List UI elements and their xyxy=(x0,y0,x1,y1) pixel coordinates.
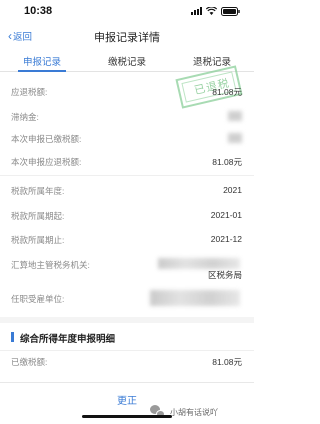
nav-bar: ‹ 返回 申报记录详情 xyxy=(0,24,254,48)
row-value: 2021-12 xyxy=(210,234,242,244)
row-tax-year: 税款所属年度: 2021 xyxy=(0,184,254,198)
tab-payment-records[interactable]: 缴税记录 xyxy=(85,54,169,68)
battery-icon xyxy=(221,6,240,16)
row-label: 滞纳金: xyxy=(11,112,39,122)
tab-declaration-records[interactable]: 申报记录 xyxy=(0,54,84,68)
row-label: 任职受雇单位: xyxy=(11,294,65,304)
row-refundable-this-declaration: 本次申报应退税额: 81.08元 xyxy=(0,155,254,169)
wifi-icon xyxy=(206,7,217,15)
row-value: 81.08元 xyxy=(212,87,242,97)
redacted-value xyxy=(228,133,242,143)
row-value: 81.08元 xyxy=(212,357,242,367)
row-late-fee: 滞纳金: xyxy=(0,110,254,124)
row-label: 税款所属年度: xyxy=(11,186,65,196)
row-period-end: 税款所属期止: 2021-12 xyxy=(0,233,254,247)
row-label: 税款所属期起: xyxy=(11,211,65,221)
tab-refund-records[interactable]: 退税记录 xyxy=(170,54,254,68)
section-gap xyxy=(0,317,254,323)
watermark-text: 小胡有话说吖 xyxy=(170,407,218,417)
section-header: 综合所得年度申报明细 xyxy=(0,330,254,346)
divider xyxy=(0,175,254,176)
row-label: 税款所属期止: xyxy=(11,235,65,245)
status-icons xyxy=(191,6,240,16)
status-time: 10:38 xyxy=(24,5,53,17)
row-label: 已缴税额: xyxy=(11,357,48,367)
redacted-value xyxy=(228,111,242,121)
signal-icon xyxy=(191,7,202,15)
section-accent-bar xyxy=(11,332,14,342)
row-employer: 任职受雇单位: xyxy=(0,290,254,306)
redacted-value xyxy=(150,290,240,306)
row-value: 2021-01 xyxy=(210,210,242,220)
status-bar: 10:38 xyxy=(0,0,254,20)
row-paid-tax: 已缴税额: 81.08元 xyxy=(0,355,254,369)
row-paid-this-declaration: 本次申报已缴税额: xyxy=(0,132,254,146)
page-title: 申报记录详情 xyxy=(94,32,160,44)
row-value: 区税务局 xyxy=(207,270,242,280)
row-refund-amount: 应退税额: 81.08元 xyxy=(0,85,254,99)
row-period-start: 税款所属期起: 2021-01 xyxy=(0,209,254,223)
row-label: 应退税额: xyxy=(11,87,48,97)
divider xyxy=(0,350,254,351)
section-title: 综合所得年度申报明细 xyxy=(20,334,116,345)
active-tab-indicator xyxy=(18,70,66,72)
row-value: 81.08元 xyxy=(212,157,242,167)
row-value: 2021 xyxy=(223,185,242,195)
home-indicator xyxy=(82,415,172,418)
row-tax-authority-value: 区税务局 xyxy=(0,268,254,282)
tab-bar: 申报记录 缴税记录 退税记录 xyxy=(0,48,254,72)
row-label: 本次申报已缴税额: xyxy=(11,134,82,144)
row-label: 本次申报应退税额: xyxy=(11,157,82,167)
